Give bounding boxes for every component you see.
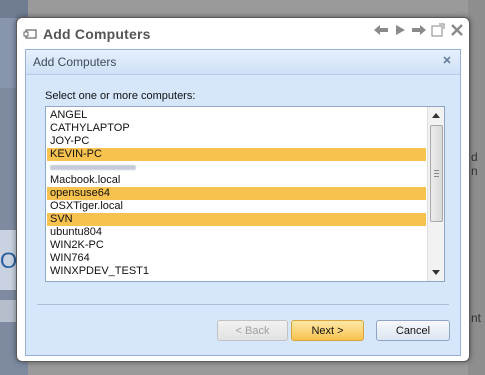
computer-list-item[interactable]: WIN2K-PC <box>47 239 426 252</box>
computer-name: KEVIN-PC <box>50 148 102 160</box>
next-button[interactable]: Next > <box>291 320 364 341</box>
arrow-forward-icon[interactable] <box>411 22 427 38</box>
computer-name: SVN <box>50 213 73 225</box>
scroll-down-button[interactable] <box>428 265 444 281</box>
computer-list-item[interactable]: WINXPDEV_TEST1 <box>47 265 426 278</box>
select-prompt: Select one or more computers: <box>45 90 196 102</box>
popout-icon[interactable] <box>430 22 446 38</box>
close-icon[interactable] <box>440 54 454 68</box>
arrow-left-icon[interactable] <box>373 22 389 38</box>
computer-list: ANGEL CATHYLAPTOP JOY-PC KEVIN-PC Macbook.lo… <box>47 109 426 278</box>
grip-icon <box>434 170 439 179</box>
computer-list-item[interactable] <box>47 161 426 174</box>
arrow-right-icon[interactable] <box>392 22 408 38</box>
computer-name: JOY-PC <box>50 135 90 147</box>
computer-listbox[interactable]: ANGEL CATHYLAPTOP JOY-PC KEVIN-PC Macbook.lo… <box>45 106 445 282</box>
computer-list-item[interactable]: ANGEL <box>47 109 426 122</box>
window-titlebar: Add Computers <box>23 23 151 45</box>
window-controls <box>373 22 465 38</box>
dialog-separator <box>37 304 449 305</box>
computer-list-item[interactable]: CATHYLAPTOP <box>47 122 426 135</box>
computer-list-item[interactable]: opensuse64 <box>47 187 426 200</box>
computer-name: Macbook.local <box>50 174 121 186</box>
background-text: d n <box>471 150 478 178</box>
cancel-button[interactable]: Cancel <box>376 320 450 341</box>
computer-list-item[interactable]: Macbook.local <box>47 174 426 187</box>
window-title: Add Computers <box>43 26 151 42</box>
scroll-up-button[interactable] <box>428 107 444 123</box>
computer-name: ubuntu804 <box>50 226 102 238</box>
obscured-computer-name <box>50 165 136 170</box>
computer-name: WINXPDEV_TEST1 <box>50 265 150 277</box>
scrollbar-thumb[interactable] <box>430 125 443 222</box>
dialog-titlebar: Add Computers <box>26 50 460 75</box>
computer-list-item[interactable]: ubuntu804 <box>47 226 426 239</box>
computer-name: opensuse64 <box>50 187 110 199</box>
back-button[interactable]: < Back <box>217 320 288 341</box>
computer-name: WIN764 <box>50 252 90 264</box>
computer-name: WIN2K-PC <box>50 239 104 251</box>
computer-list-item[interactable]: SVN <box>47 213 426 226</box>
vertical-scrollbar[interactable] <box>427 107 444 281</box>
computer-name: CATHYLAPTOP <box>50 122 130 134</box>
close-icon[interactable] <box>449 22 465 38</box>
computer-list-item[interactable]: OSXTiger.local <box>47 200 426 213</box>
background-text: nt <box>471 311 482 325</box>
computer-name: OSXTiger.local <box>50 200 123 212</box>
computer-name: ANGEL <box>50 109 88 121</box>
computer-list-item[interactable]: JOY-PC <box>47 135 426 148</box>
window-icon <box>23 27 37 41</box>
computer-list-item[interactable]: WIN764 <box>47 252 426 265</box>
dialog-title: Add Computers <box>33 55 117 69</box>
computer-list-item[interactable]: KEVIN-PC <box>47 148 426 161</box>
